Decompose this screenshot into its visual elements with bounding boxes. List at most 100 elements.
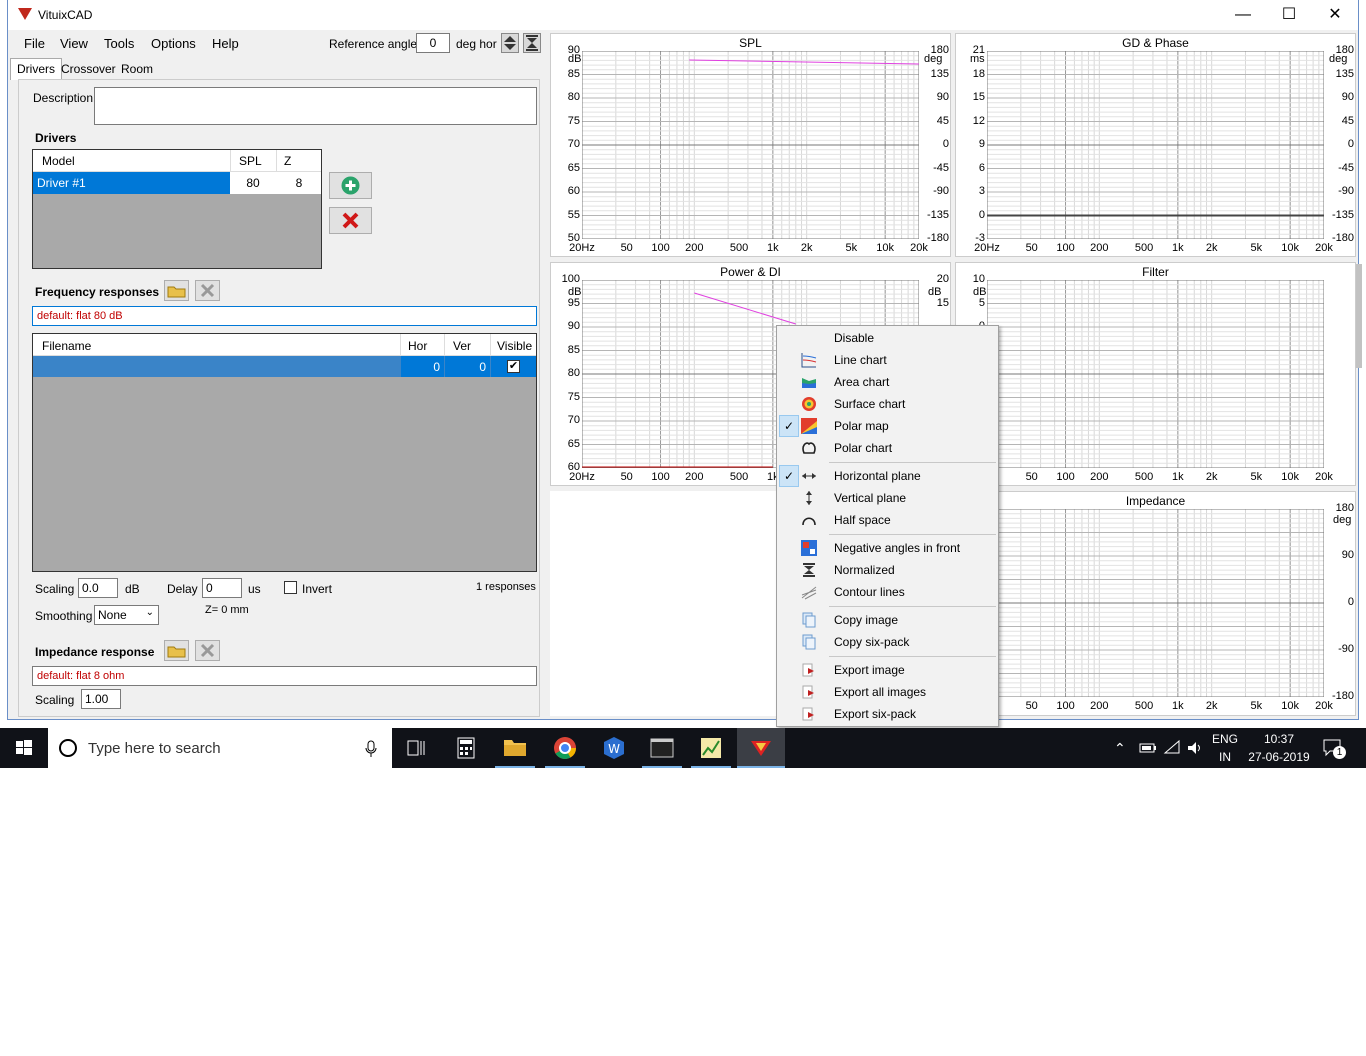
menu-item-copy-six-pack[interactable]: Copy six-pack — [777, 631, 998, 653]
blank-icon — [801, 330, 817, 346]
chevron-up-icon[interactable]: ⌃ — [1114, 740, 1126, 757]
notification-center-button[interactable]: 1 — [1322, 738, 1346, 760]
menu-view[interactable]: View — [60, 36, 88, 51]
calculator-button[interactable] — [442, 728, 490, 768]
folder-open-icon — [167, 646, 186, 658]
impedance-default-field[interactable]: default: flat 8 ohm — [32, 666, 537, 686]
menu-item-negative-angles-in-front[interactable]: Negative angles in front — [777, 537, 998, 559]
menu-tools[interactable]: Tools — [104, 36, 134, 51]
volume-icon[interactable] — [1186, 739, 1204, 757]
search-box[interactable]: Type here to search — [48, 728, 392, 768]
plus-icon — [341, 176, 360, 195]
column-spl[interactable]: SPL — [239, 154, 262, 168]
menu-item-polar-map[interactable]: ✓ Polar map — [777, 415, 998, 437]
menu-options[interactable]: Options — [151, 36, 196, 51]
menu-item-export-six-pack[interactable]: Export six-pack — [777, 703, 998, 725]
driver-spl-cell[interactable]: 80 — [231, 176, 275, 190]
menu-item-polar-chart[interactable]: Polar chart — [777, 437, 998, 459]
folder-icon — [504, 740, 526, 756]
menu-item-vertical-plane[interactable]: Vertical plane — [777, 487, 998, 509]
task-view-button[interactable] — [392, 728, 440, 768]
column-filename[interactable]: Filename — [42, 339, 91, 353]
delay-input[interactable]: 0 — [202, 578, 242, 598]
language-indicator[interactable]: ENG IN — [1212, 732, 1238, 764]
tab-room[interactable]: Room — [114, 58, 160, 80]
tab-crossover[interactable]: Crossover — [54, 58, 123, 80]
y-tick-label: 20 — [936, 273, 949, 285]
menu-help[interactable]: Help — [212, 36, 239, 51]
menu-item-normalized[interactable]: Normalized — [777, 559, 998, 581]
spl-chart[interactable]: SPL dB deg 90 85 80 75 70 65 60 55 50 180 135 90 45 0… — [550, 33, 951, 257]
visible-cell[interactable]: ✔ — [491, 356, 536, 377]
y-tick-label: 90 — [1341, 91, 1354, 103]
x-tick-label: 20k — [1315, 700, 1333, 712]
gd-phase-chart-title: GD & Phase — [1122, 36, 1189, 50]
impedance-scaling-input[interactable]: 1.00 — [81, 689, 121, 709]
scaling-input[interactable]: 0.0 — [78, 578, 118, 598]
close-button[interactable]: ✕ — [1312, 0, 1358, 30]
wps-button[interactable]: W — [590, 728, 638, 768]
minimize-button[interactable]: — — [1220, 0, 1266, 30]
microphone-icon[interactable] — [364, 740, 378, 758]
cortana-icon — [59, 739, 77, 757]
clear-impedance-button[interactable] — [195, 640, 220, 661]
menu-item-export-image[interactable]: Export image — [777, 659, 998, 681]
menu-item-line-chart[interactable]: Line chart — [777, 349, 998, 371]
column-ver[interactable]: Ver — [453, 339, 471, 353]
chrome-button[interactable] — [541, 728, 589, 768]
terminal-button[interactable] — [638, 728, 686, 768]
menu-item-copy-image[interactable]: Copy image — [777, 609, 998, 631]
filter-chart[interactable]: Filter dB 1050501002005001k2k5k10k20k — [955, 262, 1356, 486]
y-tick-label: 85 — [567, 67, 580, 80]
start-button[interactable] — [0, 728, 48, 768]
description-field[interactable] — [94, 87, 537, 125]
menu-item-label: Disable — [834, 331, 875, 345]
impedance-chart[interactable]: Impedance deg 180 90 0 -90 -180 50 100 200 500 1k… — [955, 491, 1356, 716]
battery-icon[interactable] — [1139, 741, 1157, 755]
menu-item-horizontal-plane[interactable]: ✓ Horizontal plane — [777, 465, 998, 487]
menu-item-area-chart[interactable]: Area chart — [777, 371, 998, 393]
remove-driver-button[interactable] — [329, 207, 372, 234]
smoothing-select[interactable]: None ⌄ — [94, 605, 159, 625]
invert-checkbox[interactable] — [284, 581, 297, 594]
driver-model-cell[interactable]: Driver #1 — [33, 172, 230, 194]
open-impedance-button[interactable] — [164, 640, 189, 661]
open-frequency-button[interactable] — [164, 280, 189, 301]
file-explorer-button[interactable] — [491, 728, 539, 768]
maximize-button[interactable]: ☐ — [1266, 0, 1312, 30]
scrollbar-thumb[interactable] — [1356, 264, 1362, 368]
title-bar[interactable]: VituixCAD — ☐ ✕ — [8, 0, 1358, 30]
chart-app-button[interactable] — [687, 728, 735, 768]
frequency-default-field[interactable]: default: flat 80 dB — [32, 306, 537, 326]
ver-cell[interactable]: 0 — [445, 356, 490, 377]
hor-cell[interactable]: 0 — [401, 356, 444, 377]
clock[interactable]: 10:37 27-06-2019 — [1244, 732, 1314, 764]
reference-angle-input[interactable]: 0 — [416, 33, 450, 53]
menu-item-half-space[interactable]: Half space — [777, 509, 998, 531]
angle-up-down-button[interactable] — [501, 33, 519, 53]
column-hor[interactable]: Hor — [408, 339, 427, 353]
menu-item-disable[interactable]: Disable — [777, 327, 998, 349]
gd-phase-chart[interactable]: GD & Phase ms deg 21 18 15 12 9 6 3 0 -3 180 135 90… — [955, 33, 1356, 257]
menu-file[interactable]: File — [24, 36, 45, 51]
menu-item-export-all-images[interactable]: Export all images — [777, 681, 998, 703]
column-z[interactable]: Z — [284, 154, 291, 168]
column-visible[interactable]: Visible — [497, 339, 532, 353]
add-driver-button[interactable] — [329, 172, 372, 199]
menu-item-contour-lines[interactable]: Contour lines — [777, 581, 998, 603]
menu-item-surface-chart[interactable]: Surface chart — [777, 393, 998, 415]
wifi-icon[interactable] — [1163, 739, 1181, 757]
vituixcad-taskbar-button[interactable] — [737, 728, 785, 768]
table-row[interactable]: Driver #1 80 8 — [33, 172, 321, 194]
table-row[interactable]: 0 0 ✔ — [33, 356, 536, 377]
clear-frequency-button[interactable] — [195, 280, 220, 301]
y-tick-label: 60 — [567, 185, 580, 197]
filename-cell[interactable] — [33, 356, 400, 377]
column-model[interactable]: Model — [42, 154, 75, 168]
angle-normalize-button[interactable] — [523, 33, 541, 53]
copy-icon — [801, 634, 817, 650]
visible-checkbox[interactable]: ✔ — [507, 360, 520, 373]
folder-open-icon — [167, 286, 186, 298]
power-di-chart-title: Power & DI — [720, 265, 781, 279]
driver-z-cell[interactable]: 8 — [277, 176, 321, 190]
